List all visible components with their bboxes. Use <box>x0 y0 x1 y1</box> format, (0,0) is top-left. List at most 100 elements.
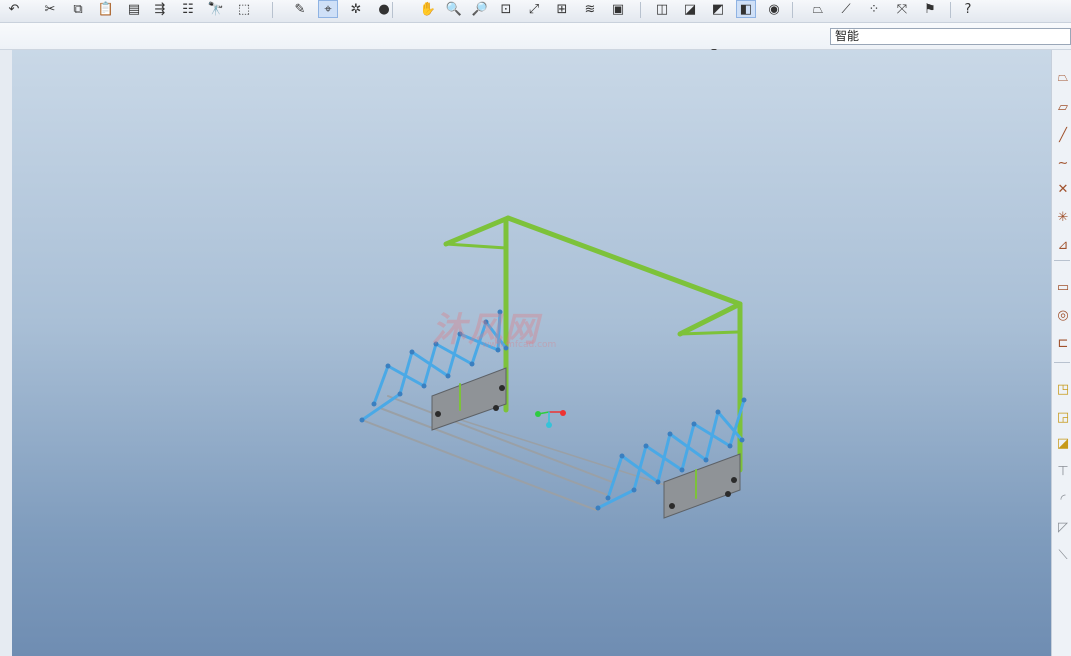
hole-icon[interactable]: ◳ <box>1054 380 1071 398</box>
datum-axes-icon[interactable]: ⟋ <box>836 0 856 18</box>
feature-toolbar: ⏢ ▱ ╱ ∼ ✕ ✳ ⊿ ▭ ◎ ⊏ ◳ ◲ ◪ ⊤ ◜ ◸ ⟍ <box>1051 50 1071 656</box>
rod <box>435 411 669 487</box>
main-toolbar: ↶ ✂ ⧉ 📋 ▤ ⇶ ☷ 🔭 ⬚ ✎ ⌖ ✲ ● ✋ 🔍 🔎 ⊡ ⤢ ⊞ ≋ ▣ ◫ ◪ ◩ ◧ ◉ ⏢ ⟋ ⁘ ⤧ ⚑? <box>0 0 1071 23</box>
sketch-icon[interactable]: ✎ <box>290 0 310 18</box>
shading-icon[interactable]: ● <box>374 0 394 18</box>
rod <box>387 395 613 483</box>
scissor-link <box>360 392 402 422</box>
paste-special-icon[interactable]: ▤ <box>124 0 144 18</box>
zoom-out-icon[interactable]: 🔎 <box>470 0 490 18</box>
bracket-bolt <box>669 503 675 509</box>
scissor-link <box>372 364 390 406</box>
view-manager-icon[interactable]: ▣ <box>608 0 628 18</box>
shaded-icon[interactable]: ◧ <box>736 0 756 18</box>
coordinate-systems-icon[interactable]: ⤧ <box>892 0 912 18</box>
scissor-pin <box>643 443 649 449</box>
bracket-bolt <box>499 385 505 391</box>
selection-filter-select[interactable]: 智能 <box>830 28 1071 45</box>
triad-x-end <box>535 411 541 417</box>
paste-icon[interactable]: 📋 <box>96 0 116 18</box>
datum-plane-tool-icon[interactable]: ⏢ <box>1054 68 1071 86</box>
scissor-pin <box>421 383 427 389</box>
scissor-pin <box>631 487 637 493</box>
scissor-link <box>606 454 624 500</box>
bracket-bolt <box>493 405 499 411</box>
rib-icon[interactable]: ◪ <box>1054 434 1071 452</box>
scissor-pin <box>397 391 403 397</box>
frame-right-arm <box>677 301 743 337</box>
scissor-link <box>680 422 696 472</box>
triad-z-end <box>546 422 552 428</box>
scissor-pin <box>595 505 601 511</box>
zoom-in-icon[interactable]: 🔍 <box>444 0 464 18</box>
watermark-subtext: www.mfcad.com <box>482 340 557 350</box>
frame-right-brace <box>678 330 740 336</box>
datum-display-icon[interactable]: ⌖ <box>318 0 338 18</box>
undo-icon[interactable]: ↶ <box>4 0 24 18</box>
triad-y-end <box>560 410 566 416</box>
scissor-pin <box>409 349 415 355</box>
scissor-link <box>656 432 672 484</box>
datum-planes-icon[interactable]: ⏢ <box>808 0 828 18</box>
shell-icon[interactable]: ◲ <box>1054 408 1071 426</box>
layers-icon[interactable]: ≋ <box>580 0 600 18</box>
scissor-pin <box>385 363 391 369</box>
toolbar-separator <box>792 2 793 18</box>
coordinate-system-icon[interactable]: ✳ <box>1054 208 1071 226</box>
datum-points-icon[interactable]: ⁘ <box>864 0 884 18</box>
round-icon[interactable]: ◜ <box>1054 490 1071 508</box>
sweep-icon[interactable]: ⊏ <box>1054 334 1071 352</box>
wall-bracket-left <box>431 367 507 431</box>
reorient-icon[interactable]: ⤢ <box>524 0 544 18</box>
annotation-display-icon[interactable]: ⚑ <box>920 0 940 18</box>
analysis-feature-icon[interactable]: ⊿ <box>1054 236 1071 254</box>
toolbar-separator <box>950 2 951 18</box>
wall-bracket-right <box>663 453 741 519</box>
toolbar-separator <box>1054 260 1070 261</box>
scissor-pin <box>605 495 611 501</box>
extrude-icon[interactable]: ▭ <box>1054 278 1071 296</box>
revolve-icon[interactable]: ◎ <box>1054 306 1071 324</box>
frame-top-beam <box>505 215 743 307</box>
scissor-link <box>632 444 648 492</box>
draft-icon[interactable]: ⊤ <box>1054 462 1071 480</box>
datum-point-icon[interactable]: ✕ <box>1054 180 1071 198</box>
scissor-pin <box>739 437 745 443</box>
scissor-pin <box>359 417 365 423</box>
context-help-icon[interactable]: ? <box>958 0 978 18</box>
bracket-bolt <box>725 491 731 497</box>
graphics-viewport[interactable]: 沐风网 www.mfcad.com <box>12 50 1051 656</box>
toolbar-separator <box>392 2 393 18</box>
scissor-pin <box>679 467 685 473</box>
hidden-line-icon[interactable]: ◪ <box>680 0 700 18</box>
copy-icon[interactable]: ⧉ <box>68 0 88 18</box>
regen-manager-icon[interactable]: ☷ <box>178 0 198 18</box>
refit-icon[interactable]: ⊡ <box>496 0 516 18</box>
datum-curve-icon[interactable]: ∼ <box>1054 154 1071 172</box>
no-hidden-icon[interactable]: ◩ <box>708 0 728 18</box>
datum-axis-icon[interactable]: ╱ <box>1054 126 1071 144</box>
scissor-pin <box>703 457 709 463</box>
saved-views-icon[interactable]: ⊞ <box>552 0 572 18</box>
chamfer-icon[interactable]: ◸ <box>1054 518 1071 536</box>
toolbar-separator <box>640 2 641 18</box>
frame-left-arm <box>443 215 511 247</box>
scissor-pin <box>691 421 697 427</box>
spin-center-icon[interactable]: ✲ <box>346 0 366 18</box>
cut-icon[interactable]: ✂ <box>40 0 60 18</box>
pan-icon[interactable]: ✋ <box>418 0 438 18</box>
scissor-pin <box>667 431 673 437</box>
scissor-pin <box>741 397 747 403</box>
model-drawing <box>359 215 747 519</box>
toolbar-separator <box>1054 362 1070 363</box>
rod <box>361 419 597 511</box>
datum-plane-icon[interactable]: ▱ <box>1054 98 1071 116</box>
regenerate-icon[interactable]: ⇶ <box>150 0 170 18</box>
toolbar-separator <box>272 2 273 18</box>
select-box-icon[interactable]: ⬚ <box>234 0 254 18</box>
mirror-icon[interactable]: ⟍ <box>1054 546 1071 564</box>
find-icon[interactable]: 🔭 <box>206 0 226 18</box>
bracket-bolt <box>731 477 737 483</box>
wireframe-icon[interactable]: ◫ <box>652 0 672 18</box>
enhanced-realism-icon[interactable]: ◉ <box>764 0 784 18</box>
